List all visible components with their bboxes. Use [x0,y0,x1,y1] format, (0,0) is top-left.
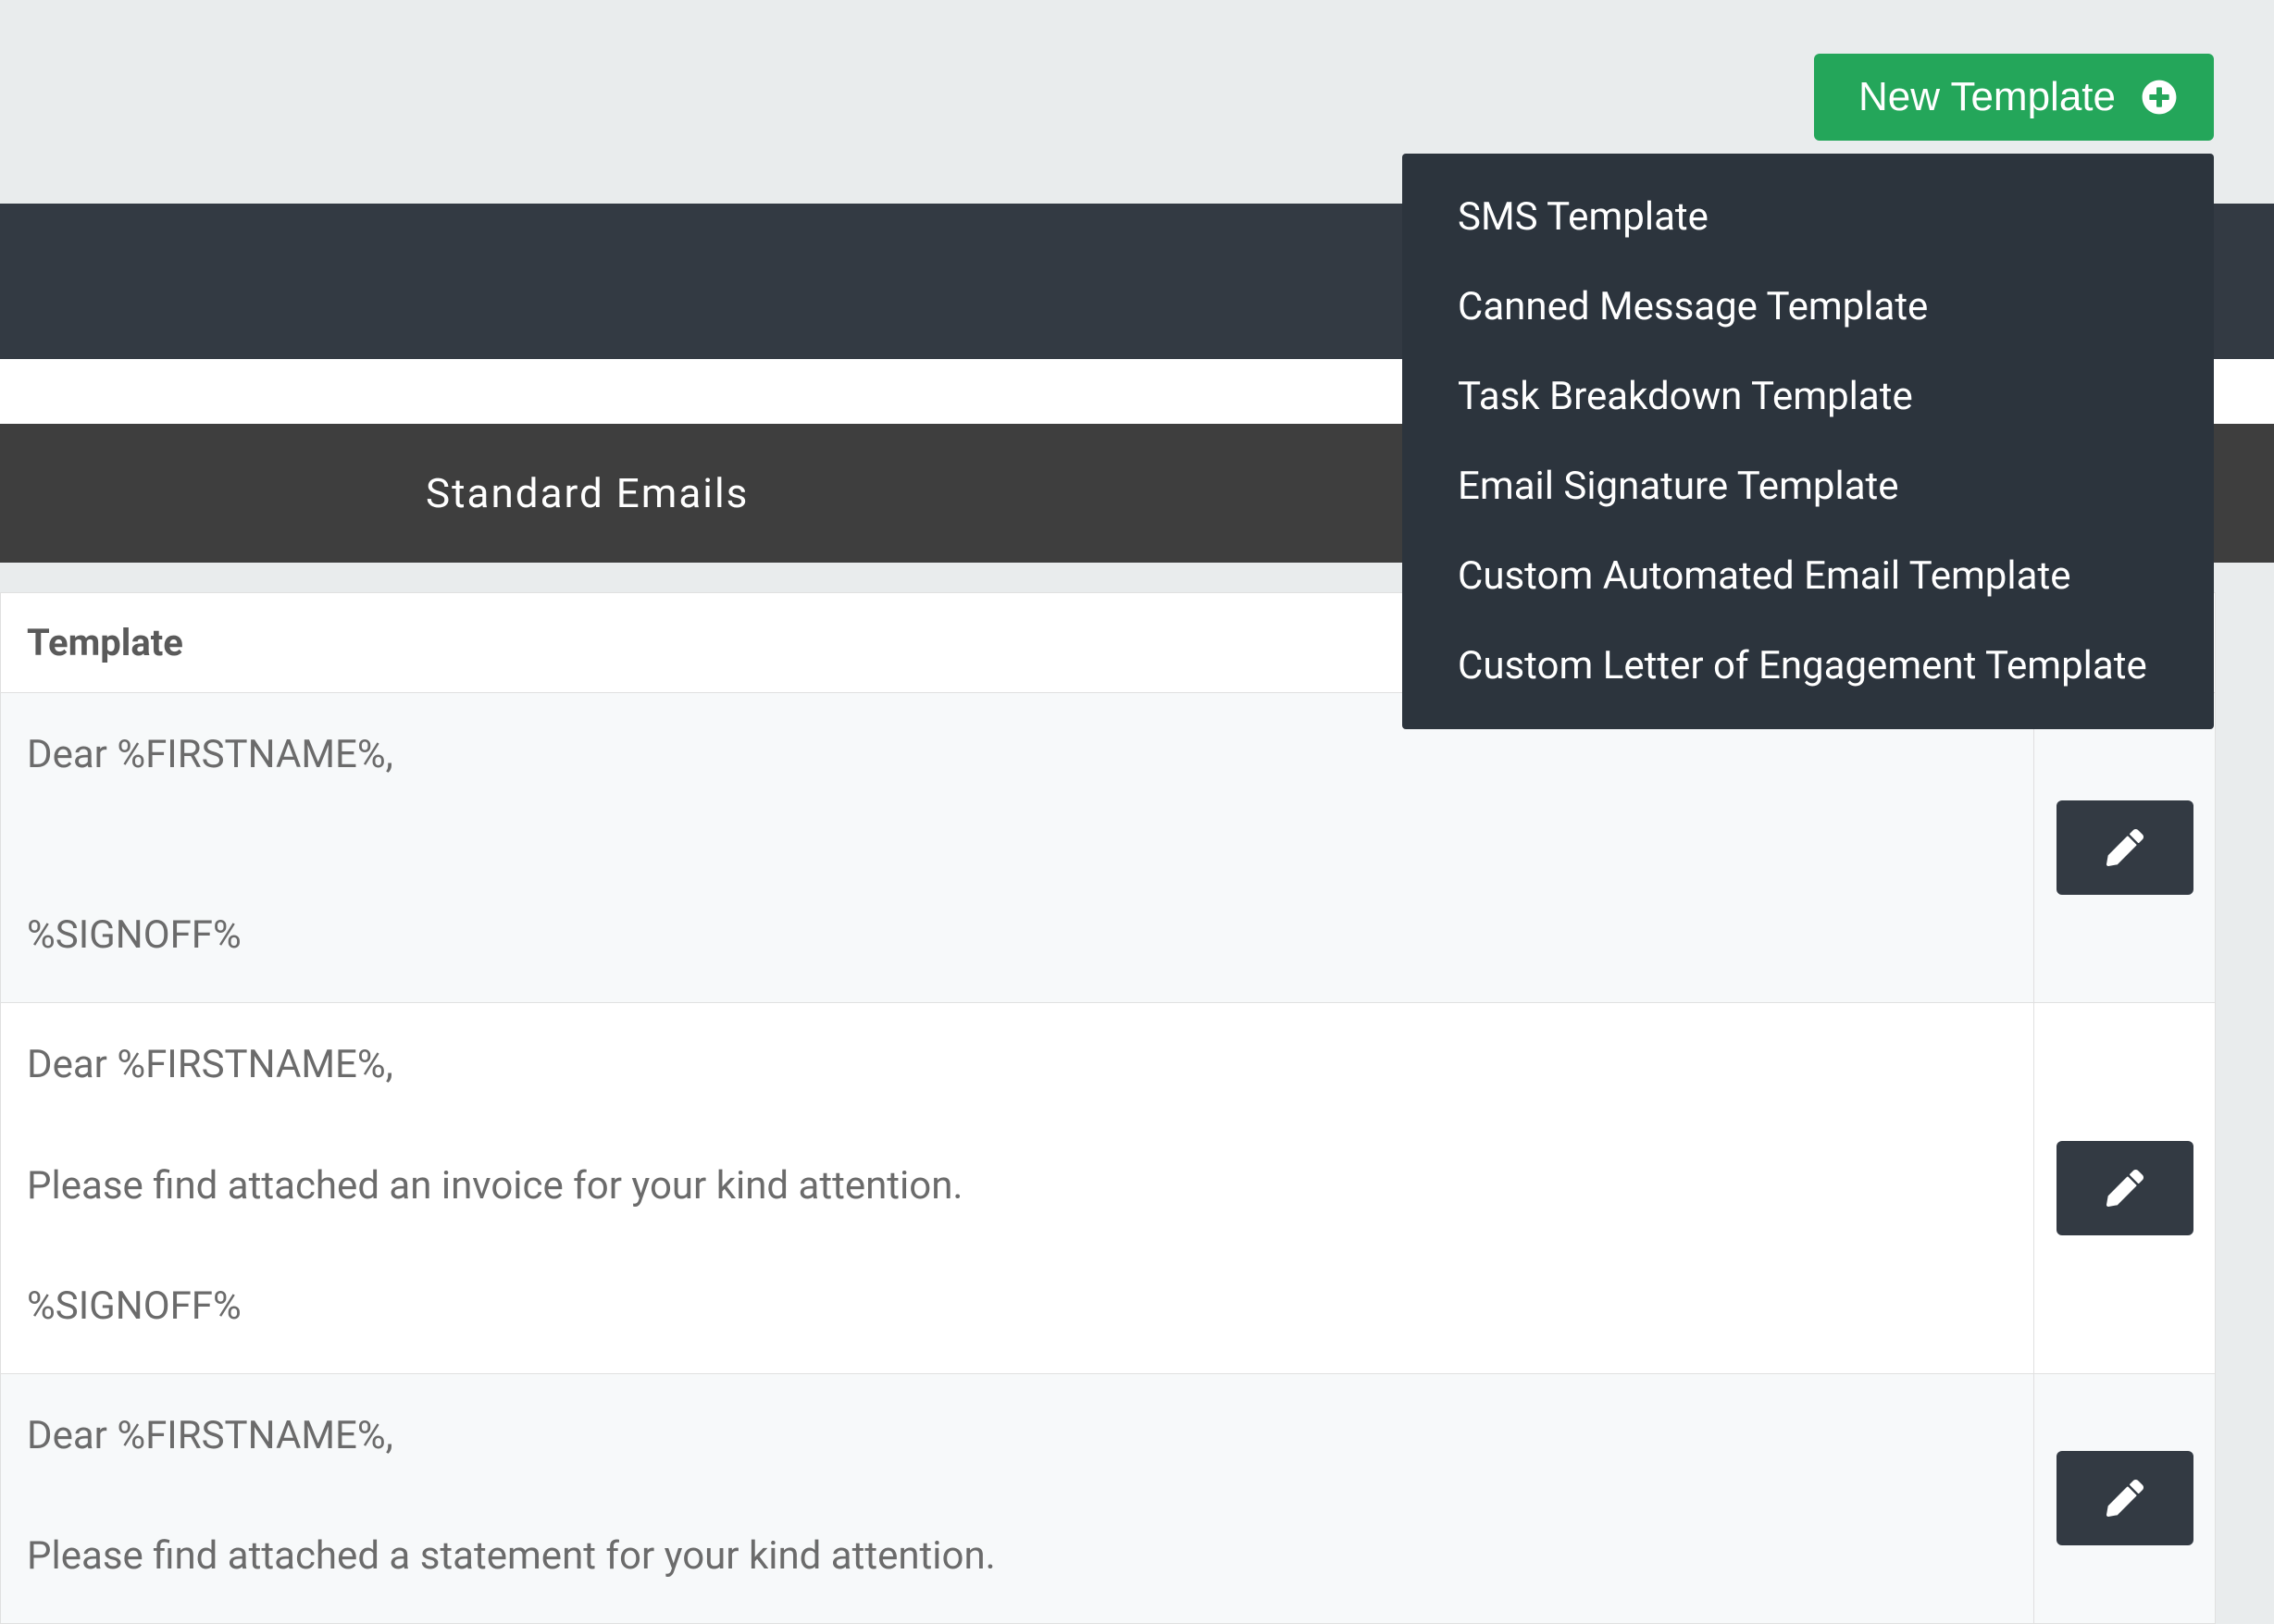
dropdown-item-custom-automated-email-template[interactable]: Custom Automated Email Template [1402,531,2214,621]
pencil-icon [2106,1170,2144,1207]
table-row: Dear %FIRSTNAME%, Please find attached a… [0,1003,2216,1373]
new-template-button[interactable]: New Template [1814,54,2214,141]
dropdown-item-canned-message-template[interactable]: Canned Message Template [1402,262,2214,352]
table-row: Dear %FIRSTNAME%, %SIGNOFF% [0,693,2216,1003]
plus-circle-icon [2142,80,2177,115]
dropdown-item-sms-template[interactable]: SMS Template [1402,172,2214,262]
templates-table: Template Dear %FIRSTNAME%, %SIGNOFF% Dea… [0,592,2216,1624]
edit-button[interactable] [2057,1141,2193,1235]
dropdown-item-task-breakdown-template[interactable]: Task Breakdown Template [1402,352,2214,441]
template-body: Dear %FIRSTNAME%, %SIGNOFF% [1,693,2034,1002]
dropdown-item-custom-letter-engagement-template[interactable]: Custom Letter of Engagement Template [1402,621,2214,711]
pencil-icon [2106,829,2144,866]
new-template-label: New Template [1858,74,2116,120]
column-header-template: Template [27,621,183,664]
pencil-icon [2106,1480,2144,1517]
template-body: Dear %FIRSTNAME%, Please find attached a… [1,1003,2034,1372]
dropdown-item-email-signature-template[interactable]: Email Signature Template [1402,441,2214,531]
action-cell [2034,1374,2215,1623]
new-template-dropdown: SMS Template Canned Message Template Tas… [1402,154,2214,729]
action-cell [2034,693,2215,1002]
action-cell [2034,1003,2215,1372]
edit-button[interactable] [2057,800,2193,895]
edit-button[interactable] [2057,1451,2193,1545]
tab-title: Standard Emails [426,469,749,517]
template-body: Dear %FIRSTNAME%, Please find attached a… [1,1374,2034,1623]
table-row: Dear %FIRSTNAME%, Please find attached a… [0,1374,2216,1624]
